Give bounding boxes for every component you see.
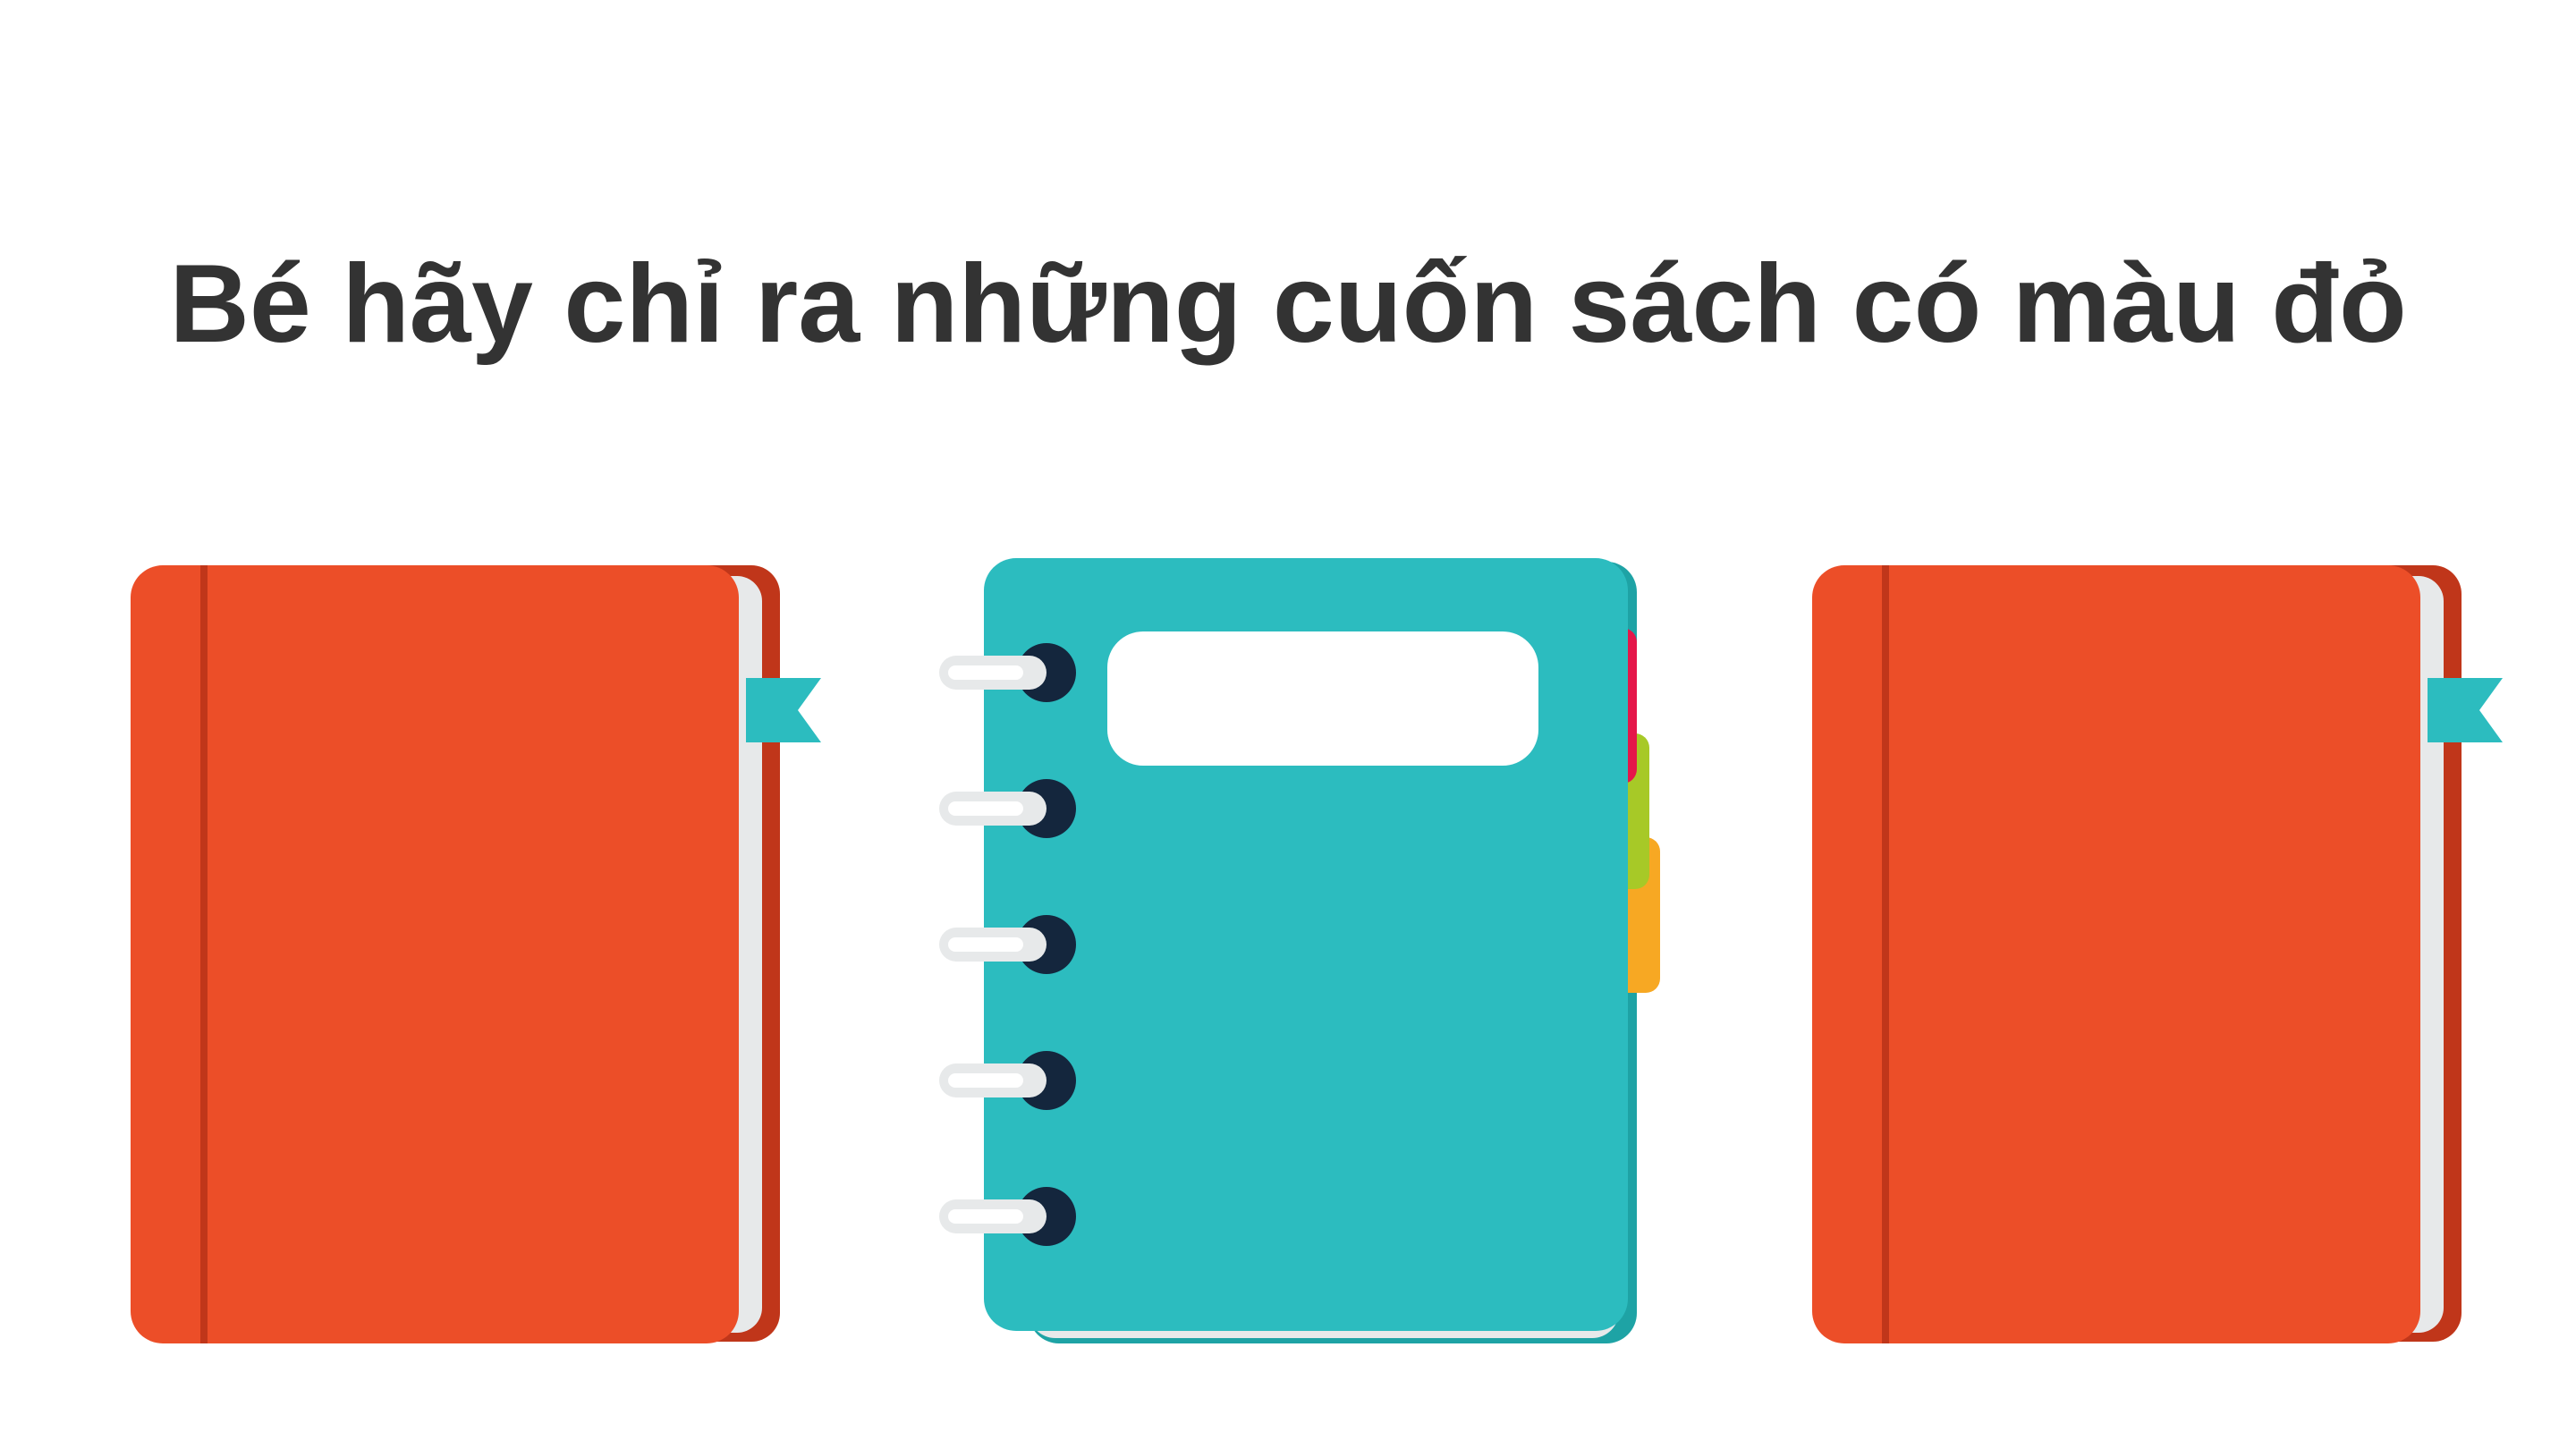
teal-notebook-illustration [939,558,1660,1343]
cover-label [1107,631,1538,766]
red-book-right[interactable] [1807,555,2522,1360]
spine-band [1882,565,1889,1343]
teal-spiral-notebook[interactable] [930,555,1682,1360]
bookmark-ribbon [746,678,821,742]
spine-band [200,565,208,1343]
red-book-left[interactable] [125,555,841,1360]
front-cover [1812,565,2420,1343]
red-book-right-illustration [1812,565,2503,1343]
question-title: Bé hãy chỉ ra những cuốn sách có màu đỏ [169,242,2407,366]
front-cover [131,565,739,1343]
bookmark-ribbon [2428,678,2503,742]
red-book-left-illustration [131,565,821,1343]
